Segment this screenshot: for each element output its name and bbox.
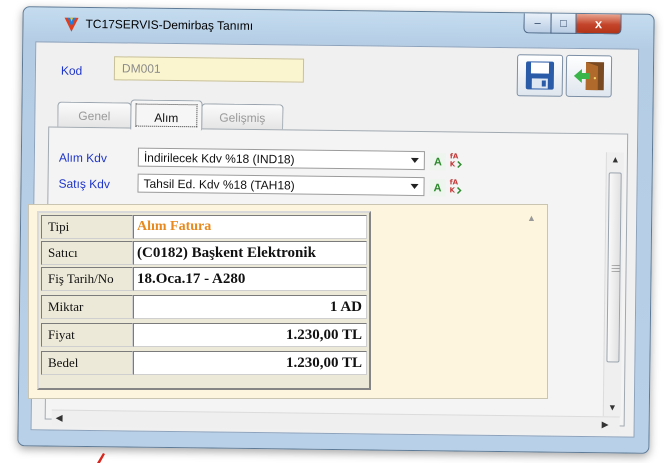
- chevron-down-icon: [410, 183, 419, 190]
- tab-genel[interactable]: Genel: [57, 101, 132, 128]
- alim-kdv-value: İndirilecek Kdv %18 (IND18): [143, 150, 295, 167]
- table-row: Miktar 1 AD: [41, 295, 367, 319]
- property-key: Bedel: [41, 351, 133, 375]
- table-row: Fiş Tarih/No 18.Oca.17 - A280: [41, 267, 367, 291]
- scroll-right-icon[interactable]: ▶: [602, 419, 609, 430]
- satis-kdv-font-button[interactable]: A: [429, 179, 446, 197]
- scrollbar-thumb[interactable]: ― ― ―: [606, 172, 622, 363]
- table-row: Tipi Alım Fatura: [41, 215, 367, 239]
- alim-kdv-select[interactable]: İndirilecek Kdv %18 (IND18): [137, 147, 425, 171]
- page-vertical-scrollbar[interactable]: ▲ ― ― ― ▼: [602, 152, 624, 417]
- exit-button[interactable]: [565, 54, 613, 98]
- table-row: Fiyat 1.230,00 TL: [41, 323, 367, 347]
- svg-text:fA: fA: [449, 178, 458, 186]
- property-key: Satıcı: [41, 241, 133, 265]
- svg-text:fA: fA: [449, 152, 458, 160]
- pen-mark-decoration: [97, 453, 105, 463]
- kod-input[interactable]: DM001: [113, 56, 305, 83]
- tab-alim[interactable]: Alım: [130, 99, 203, 131]
- property-key: Miktar: [41, 295, 133, 319]
- floppy-disk-icon: [525, 61, 555, 90]
- font-a-icon: A: [433, 155, 442, 168]
- maximize-button[interactable]: □: [550, 13, 577, 34]
- property-key: Fiyat: [41, 323, 133, 347]
- close-icon: x: [594, 16, 603, 32]
- satis-kdv-label: Satış Kdv: [58, 176, 110, 192]
- svg-text:K: K: [449, 160, 455, 168]
- maximize-icon: □: [560, 17, 567, 30]
- property-value[interactable]: 18.Oca.17 - A280: [133, 267, 367, 291]
- svg-text:K: K: [449, 186, 455, 194]
- text-case-icon: fA K: [449, 152, 462, 168]
- property-key: Fiş Tarih/No: [41, 267, 133, 291]
- property-value[interactable]: (C0182) Başkent Elektronik: [133, 241, 367, 265]
- alim-kdv-label: Alım Kdv: [58, 150, 107, 166]
- exit-door-icon: [573, 62, 605, 91]
- table-row: Bedel 1.230,00 TL: [41, 351, 367, 375]
- close-button[interactable]: x: [575, 13, 622, 35]
- minimize-icon: –: [534, 16, 541, 29]
- property-value[interactable]: 1.230,00 TL: [133, 323, 367, 347]
- grip-icon: ― ― ―: [611, 260, 620, 276]
- alim-kdv-font-button[interactable]: A: [429, 153, 446, 171]
- chevron-down-icon: [410, 157, 419, 164]
- tab-label: Gelişmiş: [219, 110, 266, 126]
- properties-grid: Tipi Alım Fatura Satıcı (C0182) Başkent …: [37, 211, 371, 390]
- details-pane: ▲ Tipi Alım Fatura Satıcı (C0182) Başken…: [28, 204, 548, 399]
- scroll-left-icon[interactable]: ◀: [56, 413, 63, 424]
- scroll-down-icon[interactable]: ▼: [608, 402, 617, 412]
- font-a-icon: A: [433, 181, 442, 194]
- property-value[interactable]: Alım Fatura: [133, 215, 367, 239]
- kod-label: Kod: [60, 63, 83, 78]
- property-key: Tipi: [41, 215, 133, 239]
- table-row: Satıcı (C0182) Başkent Elektronik: [41, 241, 367, 265]
- tab-label: Genel: [78, 108, 111, 124]
- satis-kdv-select[interactable]: Tahsil Ed. Kdv %18 (TAH18): [137, 173, 425, 197]
- app-logo-icon: [64, 17, 79, 32]
- alim-kdv-case-button[interactable]: fA K: [448, 151, 464, 168]
- tab-gelismis[interactable]: Gelişmiş: [201, 103, 284, 130]
- satis-kdv-value: Tahsil Ed. Kdv %18 (TAH18): [143, 176, 295, 193]
- property-value[interactable]: 1 AD: [133, 295, 367, 319]
- scroll-up-icon[interactable]: ▲: [527, 213, 536, 223]
- property-value[interactable]: 1.230,00 TL: [133, 351, 367, 375]
- save-button[interactable]: [516, 54, 564, 97]
- tab-label: Alım: [154, 110, 179, 126]
- satis-kdv-case-button[interactable]: fA K: [447, 177, 463, 194]
- minimize-button[interactable]: –: [523, 13, 552, 34]
- text-case-icon: fA K: [449, 178, 462, 194]
- window-title: TC17SERVIS-Demirbaş Tanımı: [85, 16, 254, 33]
- scroll-up-icon[interactable]: ▲: [611, 154, 620, 164]
